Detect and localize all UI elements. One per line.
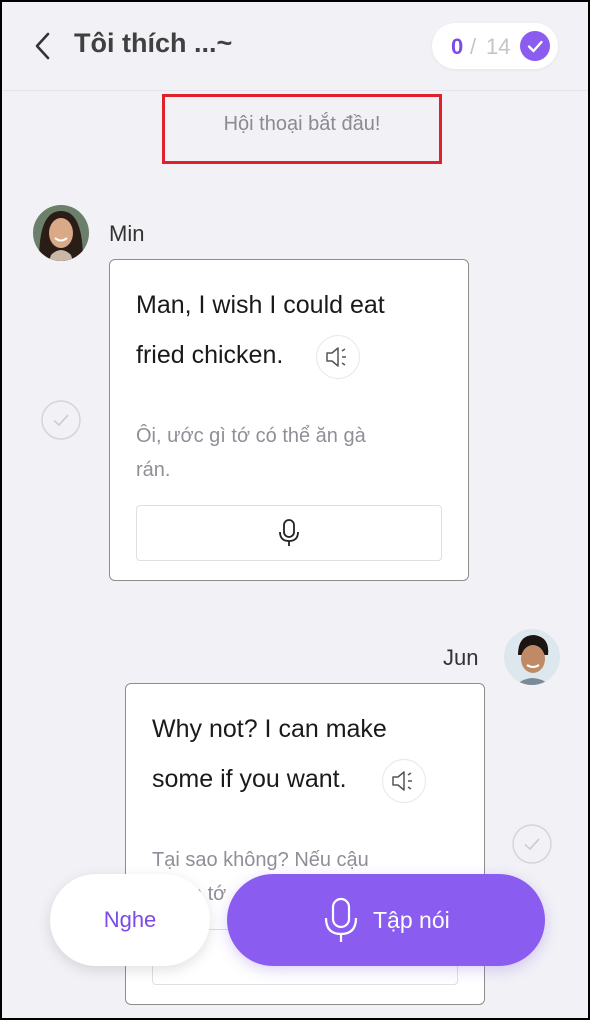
status-check-icon [512,824,552,864]
speaker-name-jun: Jun [443,645,479,670]
message-translation-line: Ôi, ước gì tớ có thể ăn gà [136,425,366,447]
app-screen: Tôi thích ...~ 0 / 14 Hội thoại bắt đầu!… [0,0,590,1020]
speaker-icon [392,771,412,791]
progress-total: 14 [486,34,511,59]
page-title: Tôi thích ...~ [74,28,233,58]
message-english-line: some if you want. [152,765,347,793]
progress-separator: / [470,34,477,59]
microphone-icon [279,519,299,546]
practice-speaking-label: Tập nói [373,907,450,933]
start-notice-text: Hội thoại bắt đầu! [223,113,381,135]
listen-button[interactable]: Nghe [50,874,210,966]
progress-check-icon [520,31,550,61]
play-audio-button[interactable] [316,335,360,379]
message-card-min: Man, I wish I could eat fried chicken. Ô… [109,259,469,581]
avatar-min [33,205,89,261]
microphone-icon [324,897,358,942]
chevron-left-icon [35,32,50,60]
record-answer-button[interactable] [136,505,442,561]
practice-speaking-button[interactable]: Tập nói [227,874,545,966]
play-audio-button[interactable] [382,759,426,803]
message-english-line: fried chicken. [136,341,284,369]
conversation-start-notice: Hội thoại bắt đầu! [162,94,442,164]
progress-current: 0 [451,34,464,59]
speaker-name-min: Min [109,221,145,246]
message-english-line: Why not? I can make [152,715,387,743]
top-bar: Tôi thích ...~ 0 / 14 [2,2,588,91]
avatar-jun [504,629,560,685]
speaker-icon [326,347,346,367]
message-translation-line: rán. [136,459,171,481]
message-translation-line: Tại sao không? Nếu cậu [152,849,369,871]
back-button[interactable] [30,28,58,64]
progress-counter: 0 / 14 [432,23,558,69]
message-english-line: Man, I wish I could eat [136,291,385,319]
listen-button-label: Nghe [103,907,157,932]
status-check-icon [41,400,81,440]
